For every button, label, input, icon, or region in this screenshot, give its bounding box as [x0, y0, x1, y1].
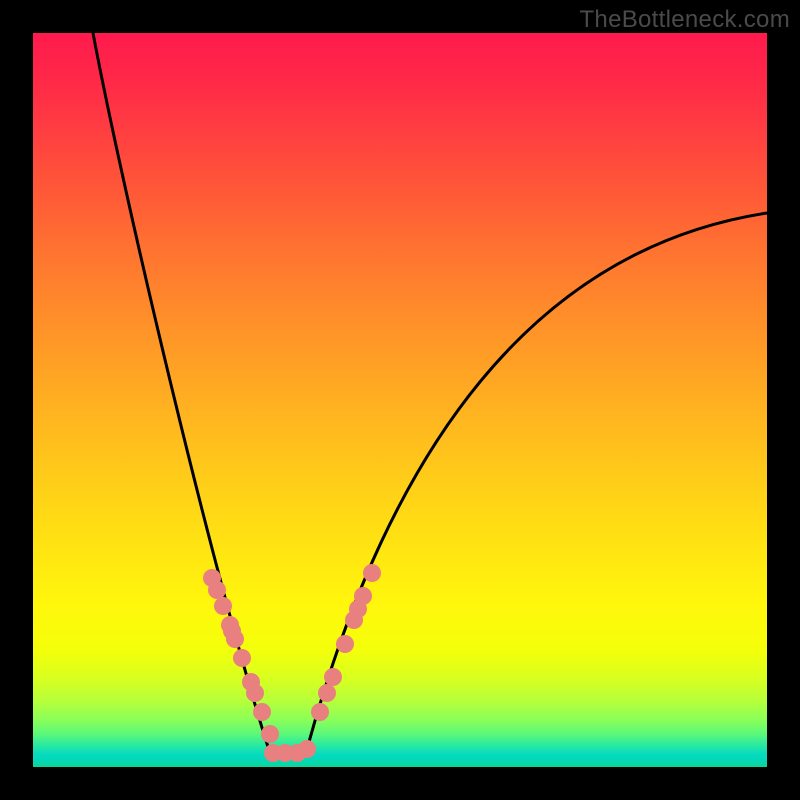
data-point [318, 684, 336, 702]
data-point [253, 703, 271, 721]
data-point [336, 635, 354, 653]
curve-dots [203, 564, 381, 762]
data-point [214, 597, 232, 615]
data-point [246, 684, 264, 702]
data-point [261, 725, 279, 743]
plot-area [33, 33, 767, 767]
chart-frame: TheBottleneck.com [0, 0, 800, 800]
data-point [233, 649, 251, 667]
data-point [324, 668, 342, 686]
data-point [208, 581, 226, 599]
data-point [298, 740, 316, 758]
data-point [354, 587, 372, 605]
curve-left [93, 33, 270, 753]
bottleneck-curve-svg [33, 33, 767, 767]
curve-right [306, 213, 767, 753]
watermark-text: TheBottleneck.com [579, 6, 790, 34]
data-point [226, 630, 244, 648]
data-point [311, 703, 329, 721]
data-point [363, 564, 381, 582]
